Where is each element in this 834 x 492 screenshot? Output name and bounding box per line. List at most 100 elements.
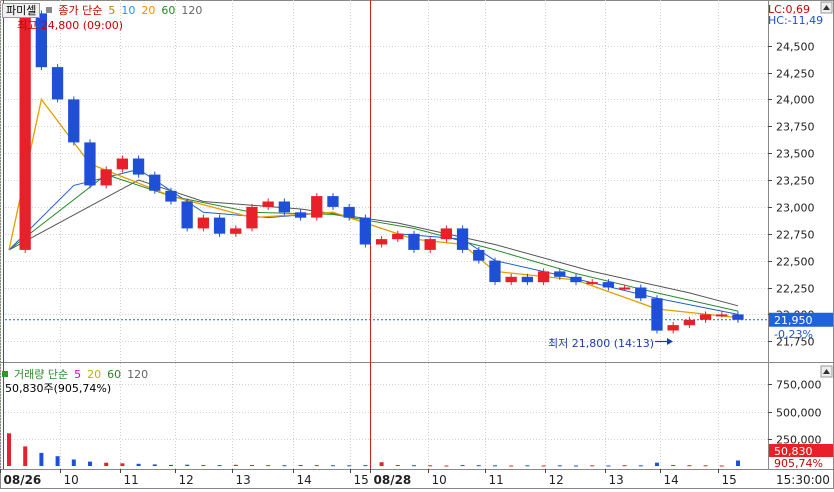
chart-canvas: 24,500 24,250 24,000 23,750 23,500 23,250 23,0… bbox=[0, 0, 834, 489]
time-tick-label: 08/26 bbox=[4, 473, 42, 487]
volume-bar bbox=[460, 465, 465, 467]
hc-label: HC:-11,49 bbox=[768, 14, 824, 27]
time-tick-label: 12 bbox=[549, 473, 564, 487]
time-tick-label: 14 bbox=[664, 473, 679, 487]
time-label: 15:30:00 bbox=[776, 473, 830, 487]
candle-body bbox=[651, 298, 663, 331]
vol-ma-20-label: 20 bbox=[87, 367, 102, 381]
candle-body bbox=[586, 282, 598, 285]
current-change-text: -0,23% bbox=[774, 328, 813, 341]
price-tick-label: 22,750 bbox=[776, 229, 815, 242]
volume-bar bbox=[347, 465, 352, 467]
volume-bar bbox=[282, 465, 287, 467]
time-tick-label: 08/28 bbox=[374, 473, 412, 487]
candle-body bbox=[473, 249, 485, 261]
period-button[interactable]: 파미셀 bbox=[2, 2, 41, 18]
candle-body bbox=[489, 260, 501, 283]
volume-bar bbox=[719, 465, 724, 467]
volume-bar bbox=[104, 462, 109, 466]
candle-body bbox=[327, 196, 339, 207]
volume-bar bbox=[590, 465, 595, 467]
volume-tick-label: 750,000 bbox=[776, 379, 822, 392]
volume-bar bbox=[736, 460, 740, 466]
price-tick-label: 24,000 bbox=[776, 94, 815, 107]
ma-120-line bbox=[8, 179, 739, 307]
candle-body bbox=[181, 201, 193, 229]
volume-bar bbox=[703, 465, 708, 467]
candle-body bbox=[262, 201, 274, 207]
ma-5-line bbox=[8, 97, 739, 319]
candle-body bbox=[19, 13, 31, 250]
candle-body bbox=[602, 282, 614, 288]
time-tick-label: 15 bbox=[354, 473, 369, 487]
volume-bar bbox=[266, 465, 271, 467]
candle-body bbox=[132, 158, 145, 175]
volume-pct-text: 905,74% bbox=[774, 457, 823, 470]
volume-bar bbox=[39, 452, 44, 466]
volume-bar bbox=[314, 465, 319, 467]
volume-bar bbox=[541, 465, 546, 467]
candle-body bbox=[197, 217, 209, 229]
series-label: 종가 단순 bbox=[58, 4, 103, 17]
candle-body bbox=[392, 233, 404, 240]
candle-body bbox=[343, 206, 355, 218]
candle-body bbox=[537, 271, 550, 283]
candle-body bbox=[149, 174, 161, 191]
ma-60-label: 60 bbox=[161, 3, 176, 17]
vol-ma-5-label: 5 bbox=[74, 367, 82, 381]
candle-body bbox=[505, 276, 517, 283]
low-annotation: 최저 21,800 (14:13) bbox=[548, 337, 655, 350]
time-tick-label: 10 bbox=[432, 473, 447, 487]
candle-body bbox=[732, 314, 744, 320]
time-tick-label: 13 bbox=[236, 473, 251, 487]
volume-bar bbox=[88, 461, 92, 466]
price-tick-label: 22,250 bbox=[776, 283, 815, 296]
volume-bar bbox=[655, 462, 659, 466]
candle-body bbox=[84, 142, 96, 186]
volume-bar bbox=[525, 465, 530, 467]
candle-body bbox=[359, 217, 371, 245]
vol-ma-120-label: 120 bbox=[127, 367, 149, 381]
price-tick-label: 23,750 bbox=[776, 121, 815, 134]
volume-bar bbox=[395, 465, 400, 466]
time-tick-label: 12 bbox=[179, 473, 194, 487]
volume-bar bbox=[298, 465, 303, 466]
candle-body bbox=[165, 190, 177, 202]
candle-body bbox=[699, 314, 712, 320]
volume-bar bbox=[412, 465, 416, 467]
volume-bar bbox=[493, 465, 497, 467]
time-tick-label: 14 bbox=[297, 473, 312, 487]
price-tick-label: 24,500 bbox=[776, 41, 815, 54]
candle-body bbox=[618, 287, 631, 290]
candle-body bbox=[635, 287, 647, 299]
vol-ma-60-label: 60 bbox=[107, 367, 122, 381]
volume-bar bbox=[136, 463, 141, 466]
price-tick-label: 23,250 bbox=[776, 175, 815, 188]
candle-body bbox=[68, 99, 80, 143]
volume-bar bbox=[671, 465, 676, 466]
price-tick-label: 24,250 bbox=[776, 68, 815, 81]
candle-body bbox=[683, 319, 695, 326]
legend-square-icon bbox=[46, 7, 53, 13]
volume-bar bbox=[687, 465, 692, 467]
volume-bar bbox=[638, 465, 643, 467]
volume-bar bbox=[201, 465, 206, 466]
candle-body bbox=[311, 196, 323, 218]
candle-body bbox=[408, 233, 420, 250]
volume-bar bbox=[71, 459, 76, 466]
volume-bar bbox=[574, 465, 578, 467]
ma-120-label: 120 bbox=[181, 3, 203, 17]
price-tick-label: 23,000 bbox=[776, 202, 815, 215]
candle-body bbox=[230, 228, 242, 234]
price-legend: 파미셀 종가 단순 5 10 20 60 120 bbox=[2, 2, 202, 18]
time-tick-label: 11 bbox=[124, 473, 139, 487]
ma-10-label: 10 bbox=[121, 3, 136, 17]
volume-legend-square-icon bbox=[2, 371, 8, 377]
volume-bar bbox=[444, 465, 449, 467]
volume-tick-label: 500,000 bbox=[776, 407, 822, 420]
volume-bar bbox=[606, 465, 611, 467]
volume-bar bbox=[363, 465, 368, 467]
candle-body bbox=[246, 206, 258, 229]
current-price-text: 21,950 bbox=[774, 314, 813, 327]
stock-chart: 24,500 24,250 24,000 23,750 23,500 23,250 23,0… bbox=[0, 0, 834, 489]
